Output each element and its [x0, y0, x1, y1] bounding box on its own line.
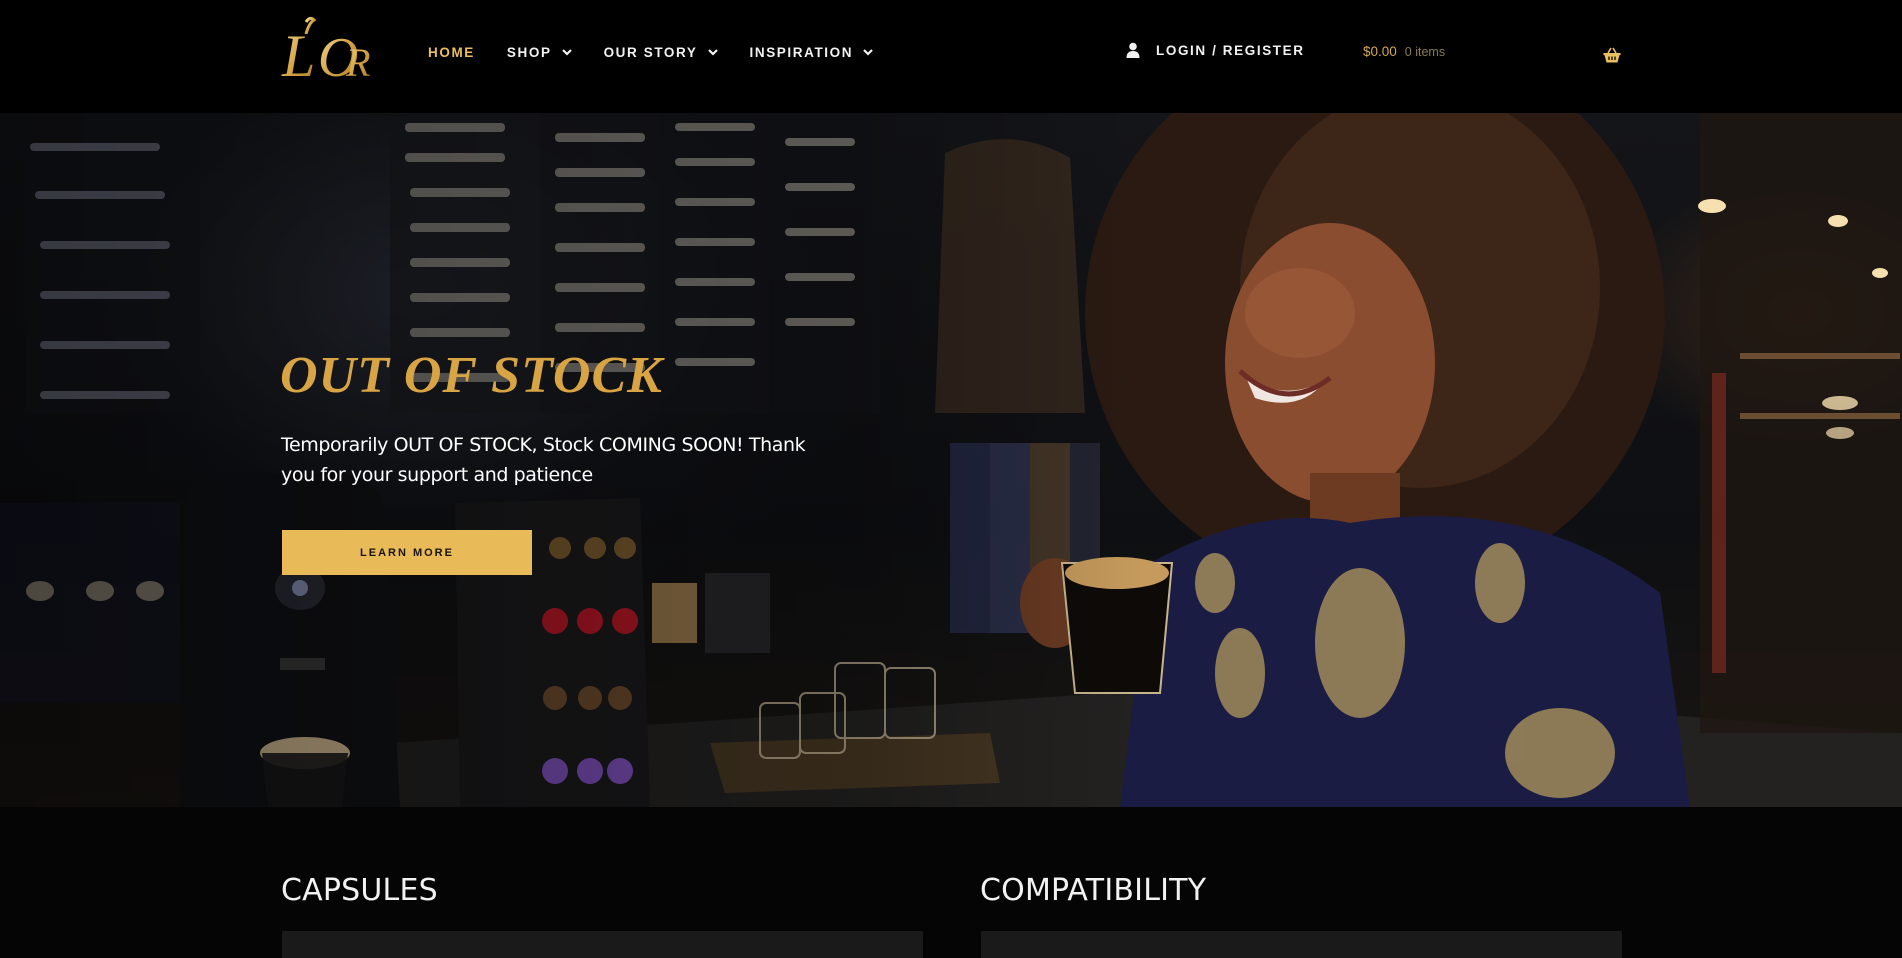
lor-logo[interactable]: L O R: [280, 14, 380, 84]
nav-home-label: HOME: [428, 44, 475, 60]
nav-our-story[interactable]: OUR STORY: [604, 45, 718, 60]
chevron-down-icon: [863, 48, 873, 56]
capsules-heading: CAPSULES: [281, 873, 438, 908]
nav-shop[interactable]: SHOP: [507, 45, 572, 60]
learn-more-button[interactable]: LEARN MORE: [282, 530, 532, 575]
capsules-panel: [282, 931, 923, 958]
nav-our-story-label: OUR STORY: [603, 44, 698, 60]
basket-icon[interactable]: [1603, 47, 1621, 63]
user-icon: [1126, 42, 1140, 58]
cart-count: 0 items: [1404, 45, 1446, 59]
main-nav: HOME SHOP OUR STORY INSPIRATION: [428, 41, 905, 63]
login-register-link[interactable]: LOGIN / REGISTER: [1126, 42, 1305, 58]
svg-text:R: R: [345, 40, 370, 84]
nav-shop-label: SHOP: [506, 44, 552, 60]
hero-description: Temporarily OUT OF STOCK, Stock COMING S…: [281, 434, 806, 486]
chevron-down-icon: [707, 48, 718, 56]
login-register-label: LOGIN / REGISTER: [1156, 42, 1305, 58]
compatibility-heading: COMPATIBILITY: [980, 873, 1207, 908]
nav-home[interactable]: HOME: [428, 45, 475, 60]
svg-text:L: L: [281, 23, 315, 84]
chevron-down-icon: [561, 48, 572, 56]
site-header: L O R HOME SHOP OUR STORY INSPIRATION LO…: [0, 0, 1902, 113]
compatibility-panel: [981, 931, 1622, 958]
nav-inspiration-label: INSPIRATION: [749, 44, 854, 60]
hero-title: OUT OF STOCK: [280, 347, 663, 404]
hero-banner: OUT OF STOCK Temporarily OUT OF STOCK, S…: [0, 113, 1902, 807]
nav-inspiration[interactable]: INSPIRATION: [750, 45, 874, 60]
cart-summary[interactable]: $0.00 0 items: [1363, 44, 1445, 59]
cart-amount: $0.00: [1363, 44, 1397, 59]
